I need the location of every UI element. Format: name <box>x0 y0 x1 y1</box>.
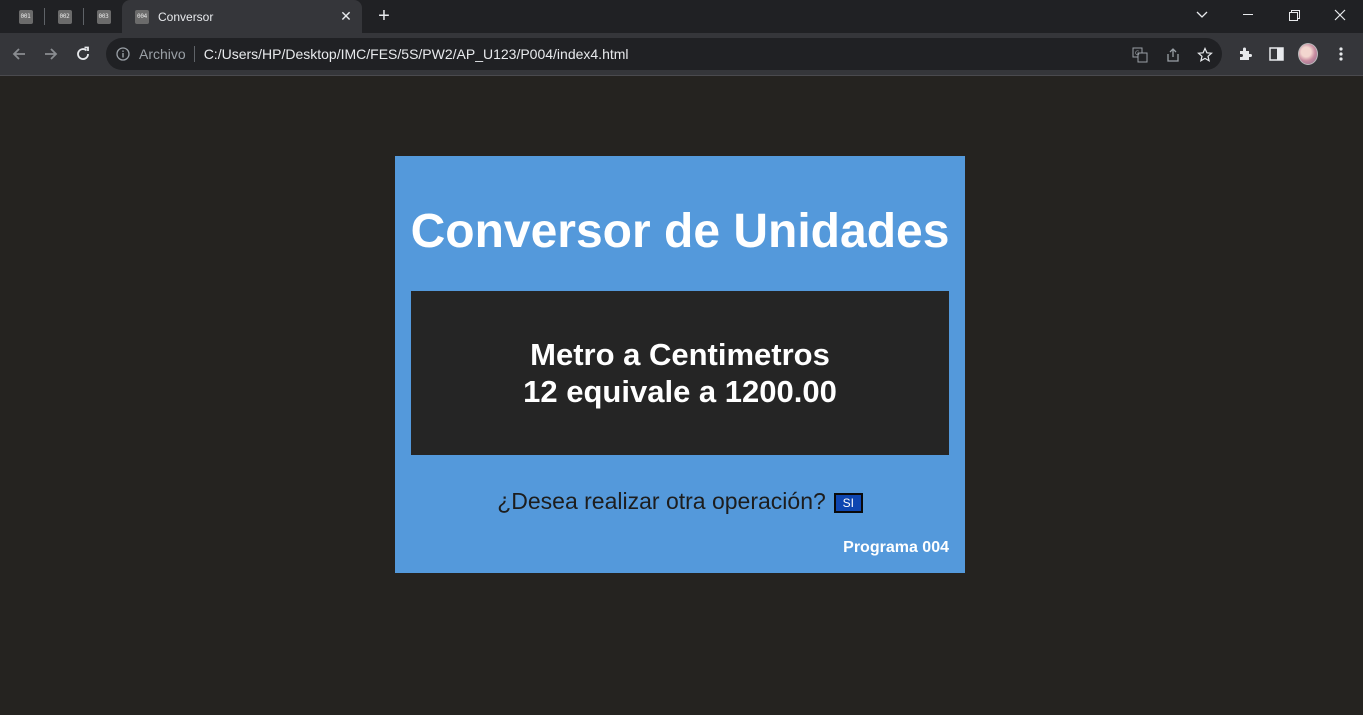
avatar[interactable] <box>1298 43 1318 65</box>
result-box: Metro a Centimetros 12 equivale a 1200.0… <box>411 291 949 455</box>
security-label: Archivo <box>139 46 186 62</box>
program-footer: Programa 004 <box>843 539 949 556</box>
tab-003[interactable]: 003 <box>84 0 123 33</box>
reload-icon[interactable] <box>68 39 98 69</box>
yes-button[interactable]: SI <box>833 493 863 513</box>
share-icon[interactable] <box>1164 46 1182 64</box>
svg-text:G: G <box>1135 50 1140 57</box>
profile-avatar-icon <box>1298 43 1318 65</box>
info-icon[interactable] <box>116 47 130 61</box>
close-tab-icon[interactable]: ✕ <box>338 8 354 24</box>
tab-favicon: 004 <box>135 9 149 24</box>
question-row: ¿Desea realizar otra operación? SI <box>395 487 965 515</box>
tab-favicon: 003 <box>96 9 111 24</box>
tab-001[interactable]: 001 <box>6 0 45 33</box>
new-tab-button[interactable]: + <box>372 5 396 29</box>
tab-title: Conversor <box>158 9 214 24</box>
extensions-icon[interactable] <box>1235 44 1255 64</box>
omnibox-divider <box>193 46 195 62</box>
tab-004-active[interactable]: 004 Conversor ✕ <box>122 0 362 33</box>
minimize-icon[interactable] <box>1225 0 1271 30</box>
conversion-type: Metro a Centimetros <box>530 337 830 372</box>
more-icon[interactable] <box>1331 44 1351 64</box>
conversion-result: 12 equivale a 1200.00 <box>523 374 837 409</box>
tab-strip: 001 002 003 004 Conversor ✕ + <box>0 0 1363 33</box>
back-icon[interactable] <box>4 39 34 69</box>
tab-002[interactable]: 002 <box>45 0 84 33</box>
translate-icon[interactable]: G <box>1131 46 1149 64</box>
restore-icon[interactable] <box>1271 0 1317 30</box>
side-panel-icon[interactable] <box>1266 44 1286 64</box>
star-icon[interactable] <box>1196 46 1214 64</box>
address-bar[interactable]: Archivo C:/Users/HP/Desktop/IMC/FES/5S/P… <box>106 38 1222 70</box>
close-window-icon[interactable] <box>1317 0 1363 30</box>
page-title: Conversor de Unidades <box>410 205 950 258</box>
converter-card: Conversor de Unidades Metro a Centimetro… <box>395 156 965 573</box>
url-text[interactable]: C:/Users/HP/Desktop/IMC/FES/5S/PW2/AP_U1… <box>204 46 629 62</box>
tab-search-icon[interactable] <box>1179 0 1225 30</box>
tab-favicon: 001 <box>18 9 33 24</box>
repeat-question: ¿Desea realizar otra operación? <box>497 488 826 514</box>
tab-favicon: 002 <box>57 9 72 24</box>
forward-icon[interactable] <box>36 39 66 69</box>
browser-toolbar: Archivo C:/Users/HP/Desktop/IMC/FES/5S/P… <box>0 33 1363 76</box>
